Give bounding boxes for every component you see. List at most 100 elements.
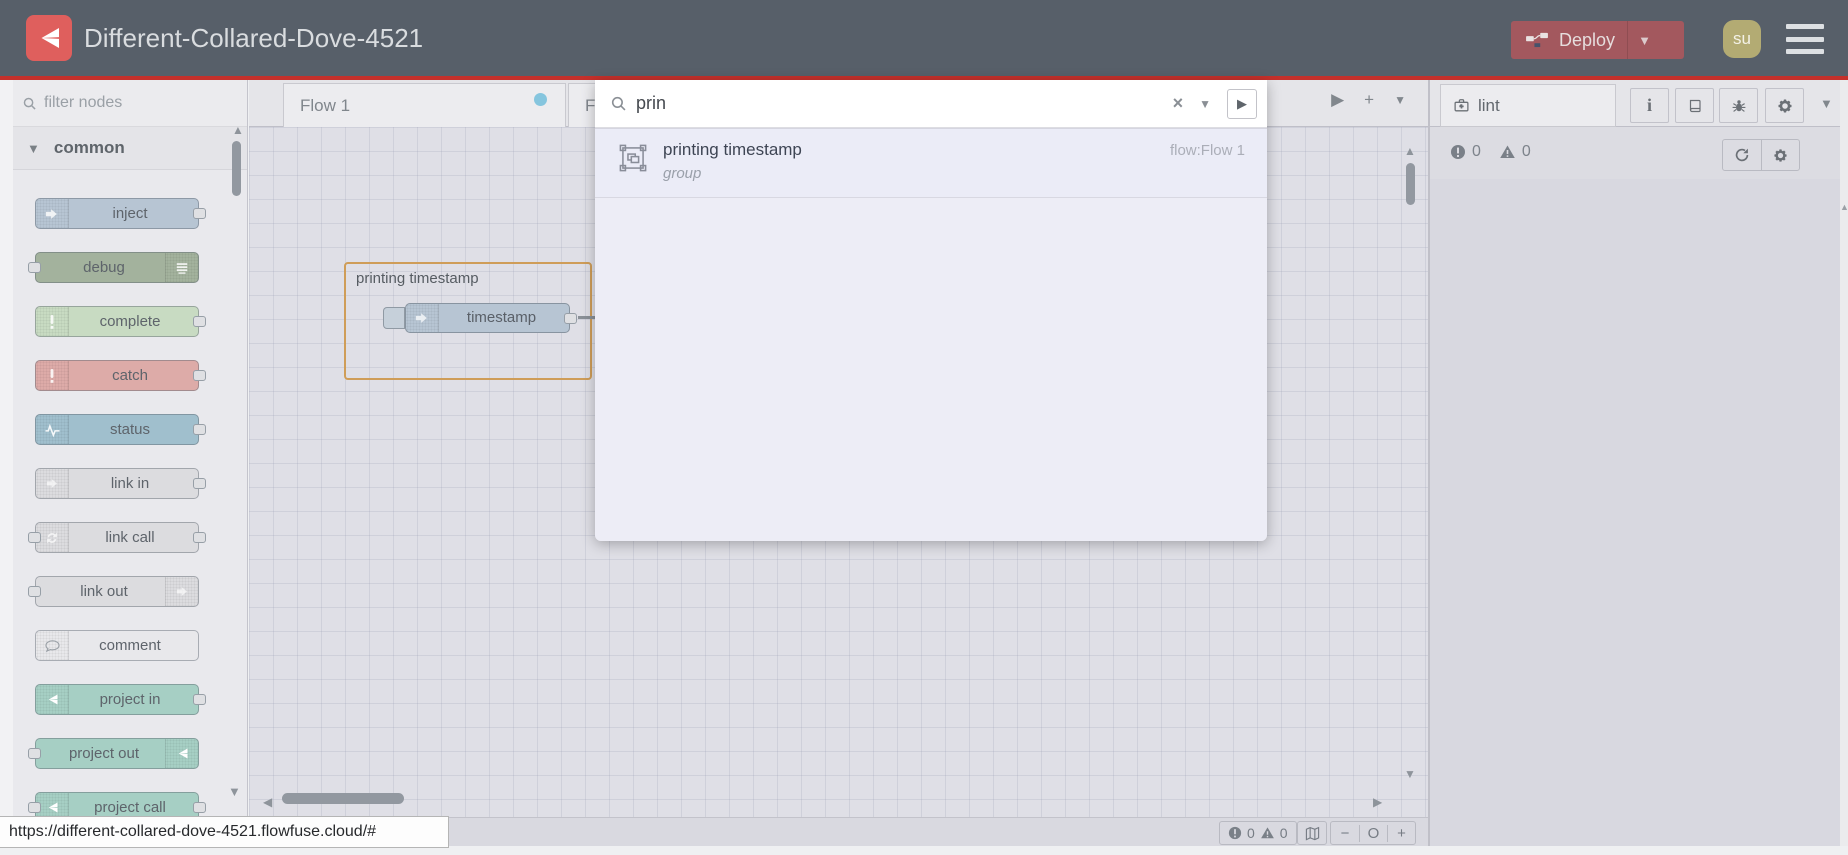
palette-scrollbar[interactable]: ▲ (232, 123, 244, 196)
search-icon (611, 96, 626, 111)
bug-icon (1731, 98, 1747, 114)
sidebar-info-button[interactable]: i (1630, 88, 1669, 123)
palette-node-status[interactable]: status (35, 414, 206, 445)
tab-flow-1[interactable]: Flow 1 (283, 83, 566, 127)
tab-scroll-right-icon[interactable]: ▶ (1331, 90, 1344, 110)
input-port[interactable] (28, 532, 41, 543)
sidebar-header: lint i ▼ (1430, 80, 1840, 127)
debug-icon (165, 253, 198, 282)
window-scrollbar[interactable]: ▲ (1840, 80, 1848, 855)
deploy-button[interactable]: Deploy ▼ (1511, 21, 1684, 59)
palette-node-list: inject debug complete catch status link in lin… (13, 170, 247, 817)
lint-panel (1430, 179, 1840, 855)
search-input[interactable] (636, 93, 1163, 114)
sidebar-debug-button[interactable] (1719, 88, 1758, 123)
fflogo-icon (165, 739, 198, 768)
output-port[interactable] (193, 802, 206, 813)
sidebar-menu-icon[interactable]: ▼ (1820, 96, 1833, 111)
output-port[interactable] (193, 370, 206, 381)
canvas-scroll-up-icon[interactable]: ▲ (1404, 144, 1416, 158)
canvas-scroll-down-icon[interactable]: ▼ (1404, 767, 1416, 781)
sidebar-help-button[interactable] (1675, 88, 1714, 123)
input-port[interactable] (28, 802, 41, 813)
palette-filter[interactable] (13, 80, 247, 127)
tab-lint[interactable]: lint (1440, 84, 1616, 127)
zoom-in-button[interactable]: + (1387, 824, 1415, 842)
zoom-out-button[interactable]: − (1331, 825, 1359, 842)
window-left-edge (0, 80, 13, 855)
exclaim-icon (36, 307, 69, 336)
group-icon (619, 144, 647, 172)
palette-node-project-in[interactable]: project in (35, 684, 206, 715)
palette-scroll-down-icon[interactable]: ▼ (228, 784, 241, 799)
lint-settings-button[interactable] (1761, 140, 1799, 170)
exclaim-icon (36, 361, 69, 390)
add-flow-button[interactable]: + (1364, 90, 1374, 110)
clear-search-icon[interactable]: × (1173, 93, 1184, 114)
navigator-button[interactable] (1297, 821, 1327, 845)
search-result-row[interactable]: printing timestamp group flow:Flow 1 (595, 128, 1267, 198)
search-results: printing timestamp group flow:Flow 1 (595, 128, 1267, 541)
canvas-hscrollbar-thumb[interactable] (282, 793, 404, 804)
search-icon (23, 97, 36, 110)
search-bar: × ▼ ▶ (595, 80, 1267, 128)
link-icon (165, 577, 198, 606)
sidebar: lint i ▼ 0 0 (1428, 80, 1840, 855)
palette-node-catch[interactable]: catch (35, 360, 206, 391)
palette-node-comment[interactable]: comment (35, 630, 199, 661)
output-port[interactable] (193, 424, 206, 435)
palette-node-debug[interactable]: debug (28, 252, 199, 283)
lint-error-count: 0 (1472, 143, 1481, 160)
palette-node-complete[interactable]: complete (35, 306, 206, 337)
main-menu-button[interactable] (1786, 24, 1824, 54)
warning-icon (1499, 144, 1516, 160)
input-port[interactable] (28, 262, 41, 273)
scroll-up-icon: ▲ (1840, 202, 1848, 212)
palette-node-link-in[interactable]: link in (35, 468, 206, 499)
flow-list-icon[interactable]: ▼ (1394, 93, 1406, 107)
refresh-icon (1735, 148, 1749, 162)
inject-trigger-button[interactable] (383, 307, 405, 329)
canvas-scroll-right-icon[interactable]: ▶ (1373, 795, 1382, 809)
pulse-icon (36, 415, 69, 444)
error-icon (1450, 144, 1466, 160)
deploy-label: Deploy (1559, 29, 1616, 50)
output-port[interactable] (193, 316, 206, 327)
deploy-icon (1525, 31, 1549, 49)
scroll-up-icon[interactable]: ▲ (232, 123, 244, 137)
output-port[interactable] (193, 532, 206, 543)
output-port[interactable] (193, 478, 206, 489)
lint-refresh-button[interactable] (1723, 140, 1761, 170)
timestamp-node[interactable]: timestamp (405, 303, 577, 333)
header: Different-Collared-Dove-4521 Deploy ▼ su (0, 0, 1848, 76)
palette-filter-input[interactable] (44, 94, 214, 112)
link-icon (36, 469, 69, 498)
canvas-vscrollbar-thumb[interactable] (1406, 163, 1415, 205)
output-port[interactable] (193, 694, 206, 705)
palette-node-inject[interactable]: inject (35, 198, 206, 229)
footer-notifications-button[interactable]: 0 0 (1219, 821, 1297, 845)
error-icon (1228, 826, 1242, 840)
node-red-editor: Different-Collared-Dove-4521 Deploy ▼ su (0, 0, 1848, 855)
output-port[interactable] (193, 208, 206, 219)
input-port[interactable] (28, 748, 41, 759)
gear-icon (1774, 148, 1787, 162)
search-history-button[interactable]: ▶ (1227, 88, 1257, 119)
palette-category-common[interactable]: ▼ common (13, 127, 247, 170)
output-port[interactable] (564, 313, 577, 324)
palette-scrollbar-thumb[interactable] (232, 141, 241, 196)
sidebar-config-button[interactable] (1765, 88, 1804, 123)
canvas-scroll-left-icon[interactable]: ◀ (263, 795, 272, 809)
palette-node-project-out[interactable]: project out (28, 738, 199, 769)
palette-node-link-call[interactable]: link call (28, 522, 206, 553)
map-icon (1305, 826, 1320, 841)
zoom-controls: − O + (1330, 821, 1416, 845)
search-options-icon[interactable]: ▼ (1199, 97, 1211, 111)
palette-node-project-call[interactable]: project call (28, 792, 206, 817)
zoom-reset-button[interactable]: O (1359, 824, 1387, 842)
user-avatar[interactable]: su (1723, 20, 1761, 58)
input-port[interactable] (28, 586, 41, 597)
palette-node-link-out[interactable]: link out (28, 576, 199, 607)
deploy-options-button[interactable]: ▼ (1627, 21, 1661, 59)
book-icon (1687, 98, 1703, 114)
